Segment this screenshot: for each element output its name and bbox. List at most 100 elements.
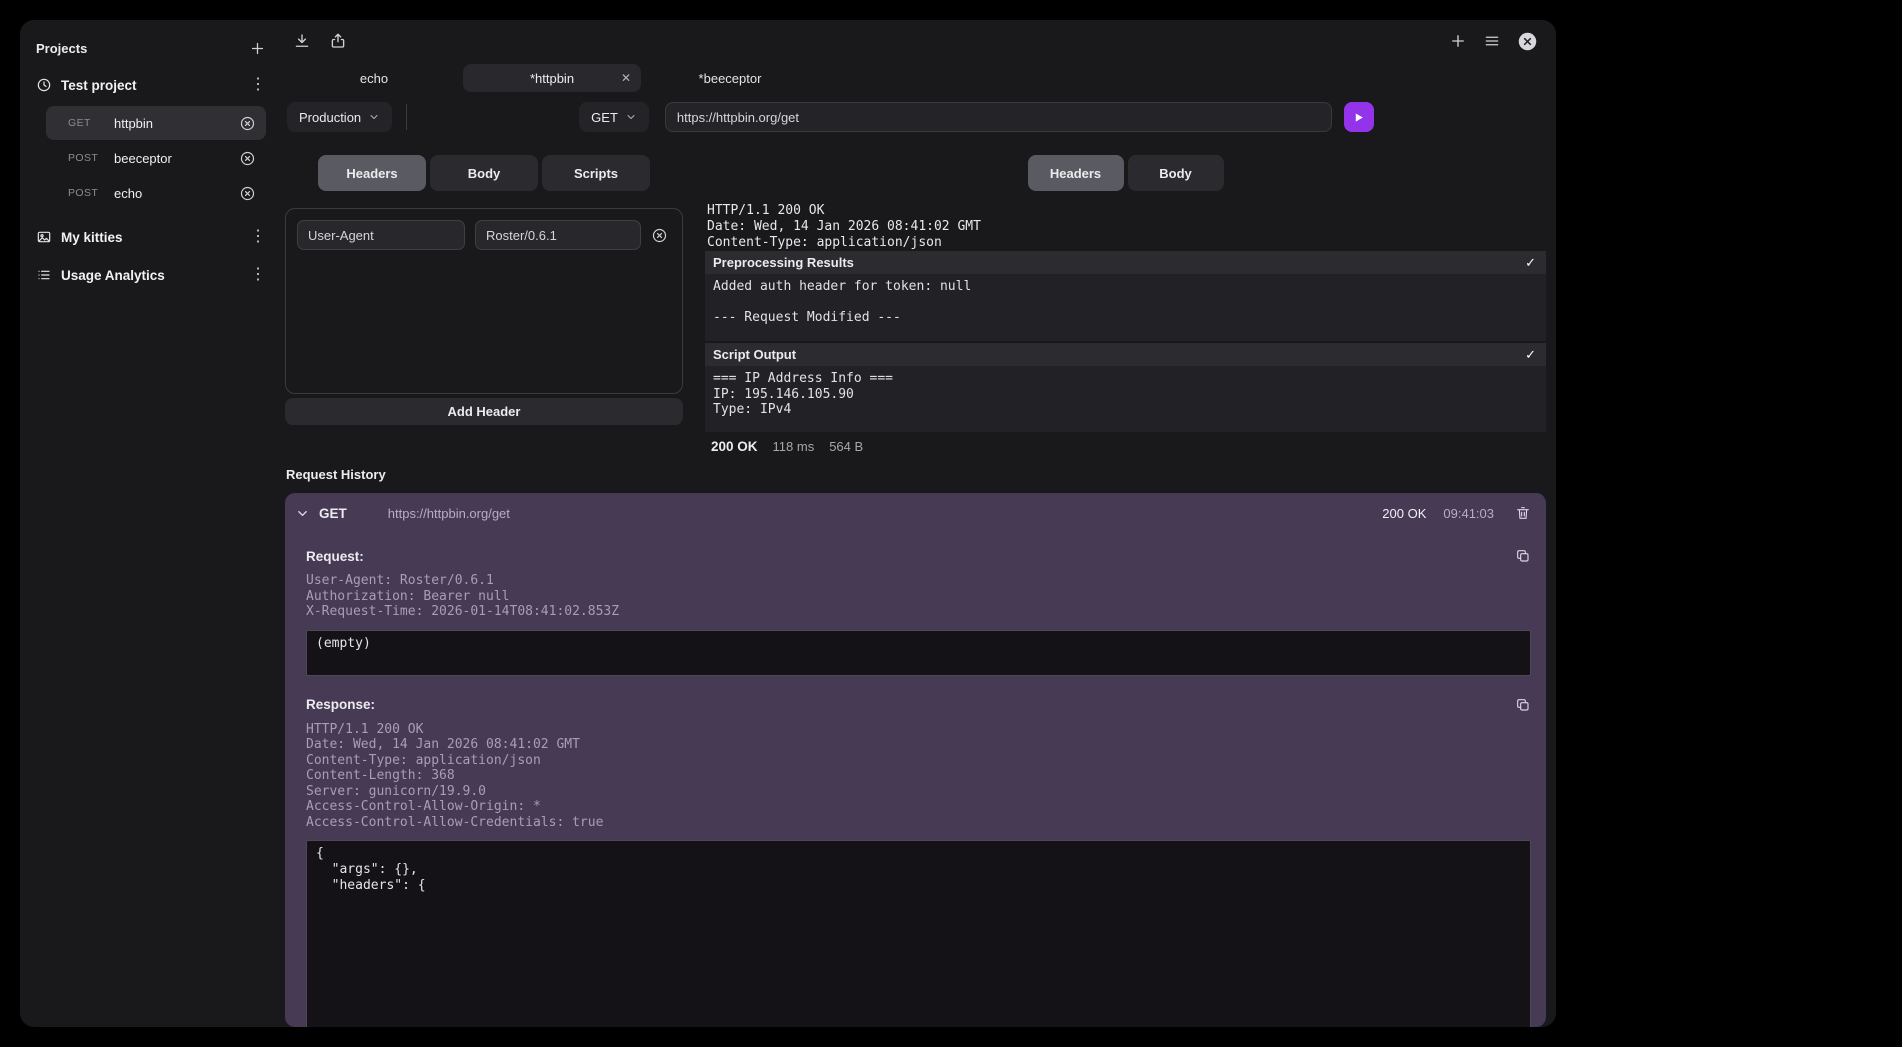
chevron-down-icon	[368, 111, 380, 123]
history-status: 200 OK	[1382, 506, 1426, 521]
url-input[interactable]	[665, 102, 1332, 132]
header-value-input[interactable]	[475, 220, 641, 250]
request-panel: Headers Body Scripts Add Heade	[285, 155, 683, 454]
list-icon	[36, 267, 52, 283]
tab-label: *httpbin	[530, 71, 574, 86]
tab-slot: *beeceptor	[641, 62, 819, 94]
preprocessing-section-header[interactable]: Preprocessing Results ✓	[705, 251, 1546, 274]
check-icon: ✓	[1525, 255, 1536, 271]
script-output-title: Script Output	[713, 347, 796, 362]
project-group-test[interactable]: Test project ⋮	[36, 66, 266, 104]
project-menu-button[interactable]: ⋮	[250, 267, 266, 283]
chevron-down-icon	[625, 111, 637, 123]
request-block-header: Request:	[306, 548, 1531, 564]
share-button[interactable]	[329, 32, 347, 50]
request-headers-editor	[285, 208, 683, 394]
main-area: echo *httpbin ✕ *beeceptor Production	[282, 20, 1556, 1027]
sidebar-header: Projects	[36, 30, 266, 66]
app-window: Projects Test project ⋮ GET httpbin	[20, 20, 1556, 1027]
request-item-echo[interactable]: POST echo	[46, 176, 266, 210]
remove-request-button[interactable]	[239, 150, 256, 167]
project-menu-button[interactable]: ⋮	[250, 229, 266, 245]
request-name: echo	[114, 186, 227, 201]
topbar	[285, 20, 1546, 62]
request-tab-scripts[interactable]: Scripts	[542, 155, 650, 191]
chevron-down-icon[interactable]	[295, 506, 310, 521]
request-item-beeceptor[interactable]: POST beeceptor	[46, 141, 266, 175]
status-code: 200 OK	[711, 439, 758, 454]
x-circle-icon	[239, 185, 256, 202]
method-select[interactable]: GET	[579, 102, 649, 132]
send-button[interactable]	[1344, 102, 1374, 132]
tab-beeceptor[interactable]: *beeceptor	[699, 71, 762, 86]
history-response-body[interactable]: { "args": {}, "headers": {	[306, 840, 1531, 1027]
project-group-label: Test project	[61, 78, 241, 93]
header-row	[297, 220, 671, 250]
response-label: Response:	[306, 697, 375, 712]
response-status-row: 200 OK 118 ms 564 B	[705, 439, 1546, 454]
request-name: httpbin	[114, 116, 227, 131]
tab-httpbin[interactable]: *httpbin ✕	[463, 64, 641, 92]
copy-icon	[1515, 548, 1531, 564]
copy-response-button[interactable]	[1515, 697, 1531, 713]
project-menu-button[interactable]: ⋮	[250, 77, 266, 93]
method-label: POST	[68, 187, 102, 199]
download-button[interactable]	[293, 32, 311, 50]
play-icon	[1352, 111, 1365, 124]
copy-request-button[interactable]	[1515, 548, 1531, 564]
plus-icon	[1449, 32, 1467, 50]
tab-echo[interactable]: echo	[360, 71, 388, 86]
request-tab-body[interactable]: Body	[430, 155, 538, 191]
history-request-body[interactable]: (empty)	[306, 630, 1531, 676]
script-output-section-header[interactable]: Script Output ✓	[705, 343, 1546, 366]
history-section: Request History GET https://httpbin.org/…	[285, 467, 1546, 1027]
x-circle-icon	[651, 227, 668, 244]
projects-title: Projects	[36, 41, 87, 56]
request-item-httpbin[interactable]: GET httpbin	[46, 106, 266, 140]
response-panel-tabs: Headers Body	[705, 155, 1546, 191]
preprocessing-output[interactable]: Added auth header for token: null --- Re…	[705, 274, 1546, 341]
request-panel-tabs: Headers Body Scripts	[285, 155, 683, 191]
history-entry: GET https://httpbin.org/get 200 OK 09:41…	[285, 493, 1546, 1027]
project-group-kitties[interactable]: My kitties ⋮	[36, 218, 266, 256]
request-tab-headers[interactable]: Headers	[318, 155, 426, 191]
close-tab-icon[interactable]: ✕	[621, 72, 631, 84]
remove-request-button[interactable]	[239, 185, 256, 202]
menu-button[interactable]	[1483, 32, 1501, 50]
history-entry-header[interactable]: GET https://httpbin.org/get 200 OK 09:41…	[285, 493, 1546, 533]
response-tab-body[interactable]: Body	[1128, 155, 1224, 191]
environment-select[interactable]: Production	[287, 102, 392, 132]
clock-icon	[36, 77, 52, 93]
history-title: Request History	[285, 467, 1546, 482]
close-window-button[interactable]	[1517, 31, 1538, 52]
history-request-headers: User-Agent: Roster/0.6.1 Authorization: …	[306, 573, 1531, 620]
preprocessing-title: Preprocessing Results	[713, 255, 854, 270]
response-panel: Headers Body HTTP/1.1 200 OK Date: Wed, …	[705, 155, 1546, 454]
x-circle-icon	[239, 150, 256, 167]
response-tab-headers[interactable]: Headers	[1028, 155, 1124, 191]
remove-header-button[interactable]	[651, 227, 668, 244]
image-icon	[36, 229, 52, 245]
tab-strip: echo *httpbin ✕ *beeceptor	[285, 62, 1546, 94]
delete-history-button[interactable]	[1515, 505, 1531, 521]
tab-slot: echo	[285, 62, 463, 94]
add-project-button[interactable]	[249, 40, 266, 57]
history-url: https://httpbin.org/get	[388, 506, 1383, 521]
script-output[interactable]: === IP Address Info === IP: 195.146.105.…	[705, 366, 1546, 432]
new-tab-button[interactable]	[1449, 32, 1467, 50]
response-block-header: Response:	[306, 697, 1531, 713]
desktop-background: Projects Test project ⋮ GET httpbin	[0, 0, 1902, 1047]
environment-value: Production	[299, 110, 361, 125]
history-response-headers: HTTP/1.1 200 OK Date: Wed, 14 Jan 2026 0…	[306, 722, 1531, 831]
project-group-analytics[interactable]: Usage Analytics ⋮	[36, 256, 266, 294]
add-header-button[interactable]: Add Header	[285, 398, 683, 425]
hamburger-icon	[1483, 32, 1501, 50]
response-headers-preview[interactable]: HTTP/1.1 200 OK Date: Wed, 14 Jan 2026 0…	[705, 203, 1546, 249]
history-time: 09:41:03	[1443, 506, 1494, 521]
x-circle-icon	[239, 115, 256, 132]
request-label: Request:	[306, 549, 364, 564]
remove-request-button[interactable]	[239, 115, 256, 132]
trash-icon	[1515, 505, 1531, 521]
header-key-input[interactable]	[297, 220, 465, 250]
editor-panels: Headers Body Scripts Add Heade	[285, 155, 1546, 454]
